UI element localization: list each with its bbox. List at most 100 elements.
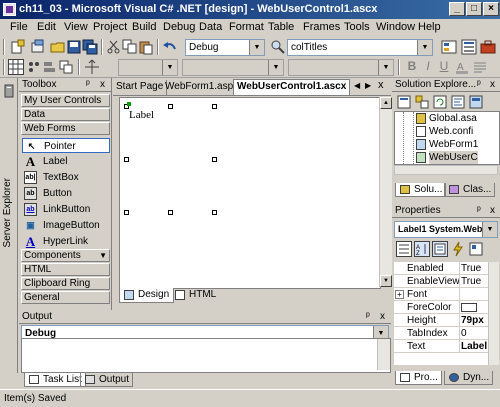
design-surface[interactable]: Label (119, 97, 381, 289)
tab-class-view[interactable]: Clas... (444, 183, 496, 197)
chevron-down-icon[interactable]: ▼ (162, 60, 177, 75)
grid-icon[interactable] (8, 59, 24, 75)
cut-icon[interactable] (106, 39, 122, 55)
tab-task-list[interactable]: Task List (24, 373, 86, 387)
toolbox-item-label[interactable]: A Label (22, 154, 110, 169)
tab-webform1[interactable]: WebForm1.aspx (162, 80, 243, 95)
design-label-control[interactable]: Label (129, 109, 154, 121)
tree-item-webusercontrol1[interactable]: WebUserC (416, 151, 478, 164)
menu-window[interactable]: Window (376, 21, 415, 33)
title-bar[interactable]: ch11_03 - Microsoft Visual C# .NET [desi… (0, 0, 500, 19)
underline-icon[interactable]: U (436, 59, 452, 75)
solution-tree-hscrollbar[interactable] (394, 165, 498, 175)
expand-icon[interactable]: + (395, 290, 404, 299)
position-icon[interactable] (84, 59, 100, 75)
menu-debug[interactable]: Debug (163, 21, 195, 33)
open-icon[interactable] (50, 39, 66, 55)
prop-row-font[interactable]: + Font (394, 288, 498, 301)
tab-start-page[interactable]: Start Page (113, 80, 168, 95)
toolbox-item-linkbutton[interactable]: ab LinkButton (22, 202, 110, 217)
toolbox-item-button[interactable]: ab Button (22, 186, 110, 201)
resize-handle-w[interactable] (124, 157, 129, 162)
new-project-icon[interactable] (10, 39, 26, 55)
se-view-designer-icon[interactable] (468, 94, 484, 110)
categorized-icon[interactable] (396, 241, 412, 257)
se-show-all-icon[interactable] (414, 94, 430, 110)
scroll-down-icon[interactable]: ▼ (99, 250, 107, 261)
tab-properties[interactable]: Pro... (395, 371, 442, 385)
add-item-icon[interactable] (30, 39, 46, 55)
copy-icon[interactable] (122, 39, 138, 55)
toolbox-icon[interactable] (480, 39, 496, 55)
menu-build[interactable]: Build (132, 21, 156, 33)
font-size-combo[interactable]: ▼ (288, 59, 394, 76)
paste-icon[interactable] (138, 39, 154, 55)
property-pages-icon[interactable] (468, 241, 484, 257)
alphabetical-icon[interactable]: AZ (414, 241, 430, 257)
output-text-area[interactable] (21, 338, 391, 373)
chevron-down-icon[interactable]: ▼ (249, 40, 264, 55)
pin-icon[interactable]: ᵖ (366, 310, 370, 324)
scroll-down-icon[interactable]: ▼ (380, 275, 392, 287)
order-icon[interactable] (58, 59, 74, 75)
close-icon[interactable]: x (490, 78, 495, 92)
chevron-down-icon[interactable]: ▼ (378, 60, 393, 75)
toolbox-item-pointer[interactable]: ↖ Pointer (22, 138, 110, 153)
bold-icon[interactable]: B (404, 59, 420, 75)
toolbox-category-data[interactable]: Data (21, 108, 110, 121)
find-icon[interactable] (270, 39, 286, 55)
tree-item-webform1[interactable]: WebForm1 (416, 138, 478, 151)
toolbox-item-hyperlink[interactable]: A HyperLink (22, 234, 110, 249)
menu-file[interactable]: File (10, 21, 28, 33)
pin-icon[interactable]: ᵖ (477, 78, 481, 92)
maximize-button[interactable]: □ (466, 2, 482, 16)
tab-solution-explorer[interactable]: Solu... (395, 183, 447, 197)
style-combo[interactable]: ▼ (118, 59, 178, 76)
tree-item-global-asax[interactable]: Global.asa (416, 112, 477, 125)
chevron-down-icon[interactable]: ▼ (482, 222, 497, 237)
tree-item-web-config[interactable]: Web.confi (416, 125, 473, 138)
resize-handle-se[interactable] (212, 210, 217, 215)
chevron-down-icon[interactable]: ▼ (417, 40, 432, 55)
prop-row-enableviewstate[interactable]: EnableViewSt True (394, 275, 498, 288)
toolbox-category-components[interactable]: Components ▼ (21, 249, 110, 262)
toolbox-category-general[interactable]: General (21, 291, 110, 304)
menu-tools[interactable]: Tools (344, 21, 370, 33)
close-document-icon[interactable]: x (378, 79, 384, 91)
resize-handle-s[interactable] (168, 210, 173, 215)
justify-icon[interactable] (472, 59, 488, 75)
save-all-icon[interactable] (82, 39, 98, 55)
tab-dynamic-help[interactable]: Dyn... (444, 371, 494, 385)
toolbox-category-clipboard-ring[interactable]: Clipboard Ring (21, 277, 110, 290)
undo-icon[interactable] (162, 39, 178, 55)
se-refresh-icon[interactable] (432, 94, 448, 110)
prop-row-forecolor[interactable]: ForeColor (394, 301, 498, 314)
prop-row-text[interactable]: Text Label (394, 340, 498, 353)
menu-data[interactable]: Data (199, 21, 222, 33)
resize-handle-sw[interactable] (124, 210, 129, 215)
config-combo[interactable]: Debug ▼ (185, 39, 265, 56)
menu-edit[interactable]: Edit (37, 21, 56, 33)
minimize-button[interactable]: _ (449, 2, 465, 16)
snap-icon[interactable] (26, 59, 42, 75)
menu-project[interactable]: Project (93, 21, 127, 33)
save-icon[interactable] (66, 39, 82, 55)
tab-html-view[interactable]: HTML (171, 288, 220, 303)
tab-webusercontrol1[interactable]: WebUserControl1.ascx (233, 79, 351, 95)
solution-explorer-icon[interactable] (441, 39, 457, 55)
resize-handle-n[interactable] (168, 104, 173, 109)
close-button[interactable]: × (483, 2, 499, 16)
find-combo[interactable]: colTitles ▼ (287, 39, 433, 56)
menu-view[interactable]: View (64, 21, 88, 33)
se-properties-icon[interactable] (396, 94, 412, 110)
properties-icon[interactable] (461, 39, 477, 55)
close-icon[interactable]: x (380, 310, 385, 324)
menu-table[interactable]: Table (268, 21, 294, 33)
prop-row-enabled[interactable]: Enabled True (394, 262, 498, 275)
toolbox-category-my-user-controls[interactable]: My User Controls (21, 94, 110, 107)
toolbox-item-imagebutton[interactable]: ▣ ImageButton (22, 218, 110, 233)
pin-icon[interactable]: ᵖ (477, 204, 481, 218)
properties-view-icon[interactable] (432, 241, 448, 257)
menu-help[interactable]: Help (418, 21, 441, 33)
tab-scroll-right-icon[interactable]: ▶ (365, 81, 371, 90)
